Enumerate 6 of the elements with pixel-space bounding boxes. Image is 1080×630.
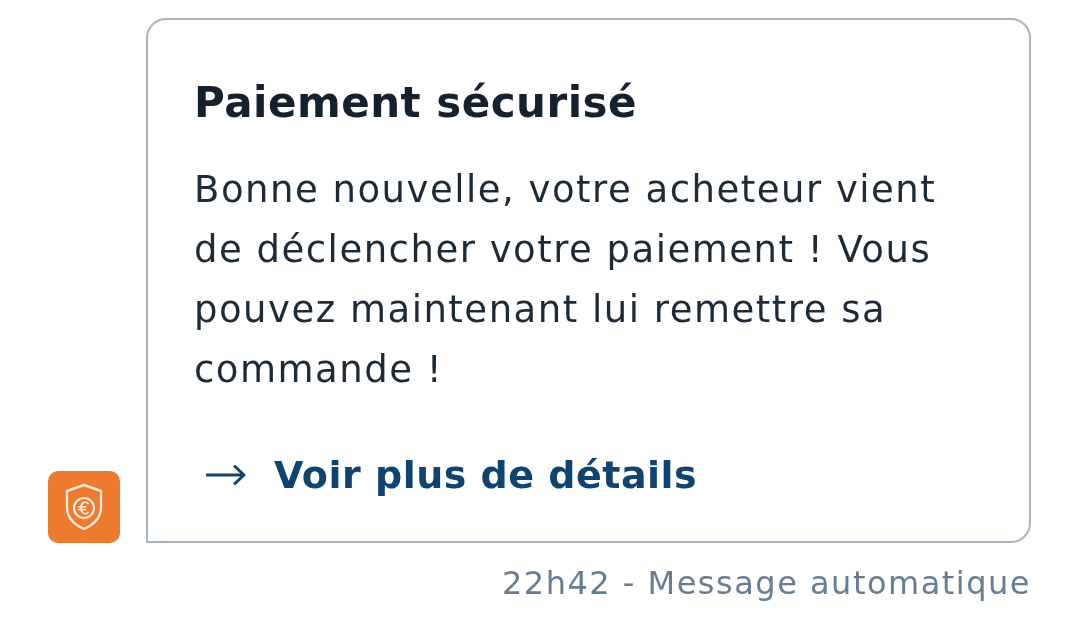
shield-euro-icon bbox=[48, 471, 120, 543]
message-timestamp: 22h42 - Message automatique bbox=[501, 563, 1031, 603]
message-title: Paiement sécurisé bbox=[194, 78, 638, 128]
arrow-right-icon bbox=[206, 465, 246, 485]
details-link[interactable]: Voir plus de détails bbox=[194, 453, 698, 497]
message-body: Bonne nouvelle, votre acheteur vient de déclencher votre paiement ! Vous pouvez maintenant lui remettre sa commande ! bbox=[194, 167, 938, 393]
